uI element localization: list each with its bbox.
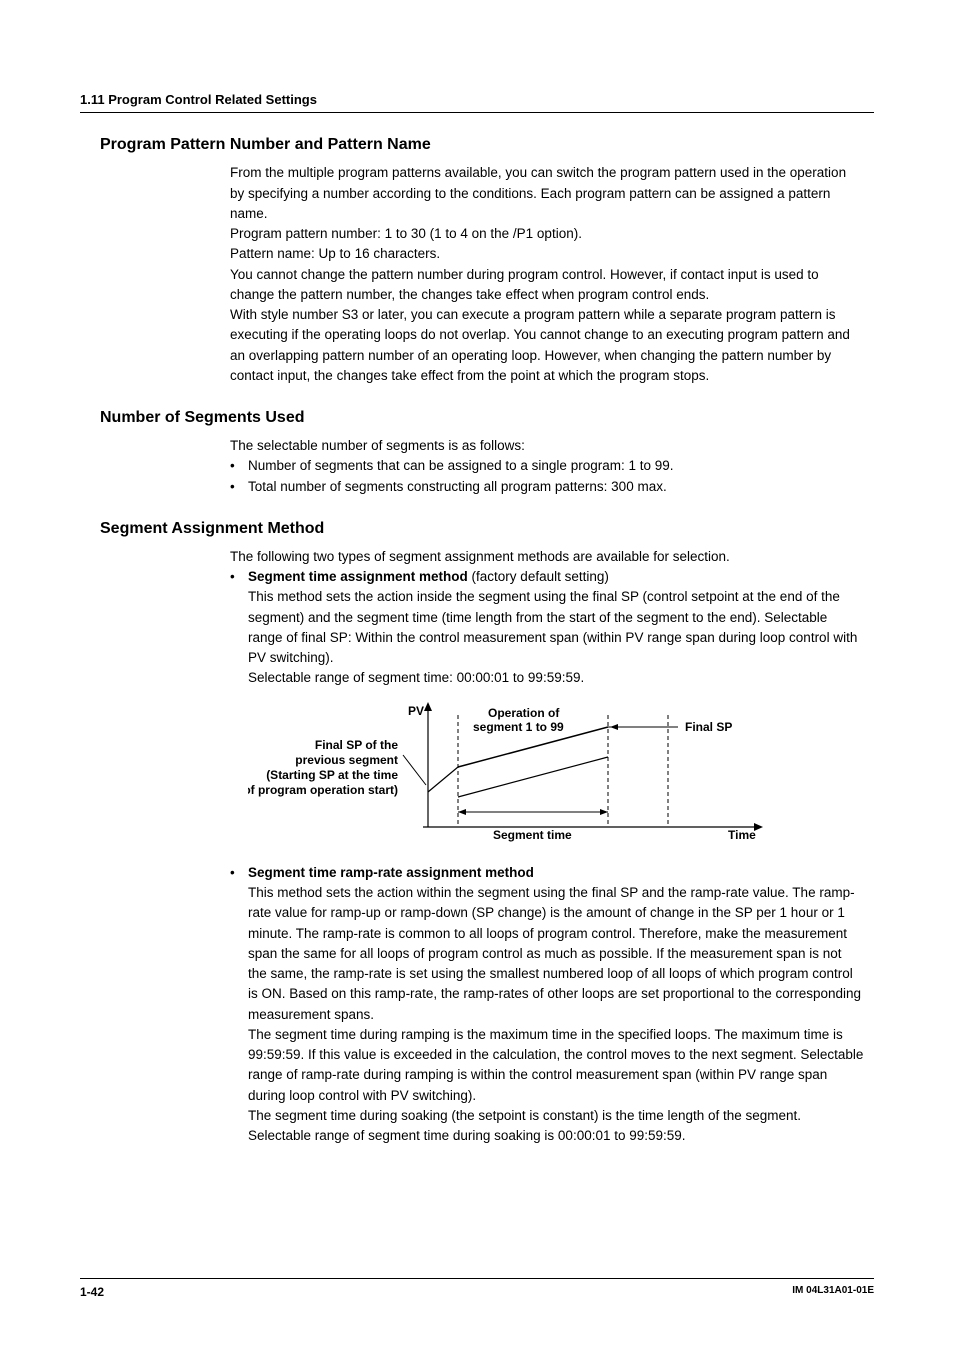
axis-label-time: Time (728, 828, 756, 842)
fig-left3: (Starting SP at the time (266, 768, 398, 782)
fig-left2: previous segment (295, 753, 398, 767)
bullet-icon: • (230, 477, 248, 497)
list-item: • Total number of segments constructing … (230, 477, 864, 497)
fig-label-op2: segment 1 to 99 (473, 720, 564, 734)
paragraph: Selectable range of segment time during … (248, 1126, 864, 1146)
fig-left4: of program operation start) (248, 783, 398, 797)
fig-label-finalsp: Final SP (685, 720, 732, 734)
heading-number-segments: Number of Segments Used (100, 406, 874, 430)
method-label: Segment time ramp-rate assignment method (248, 865, 534, 880)
paragraph: With style number S3 or later, you can e… (230, 305, 864, 386)
fig-label-segtime: Segment time (493, 828, 572, 842)
bullet-text: Total number of segments constructing al… (248, 477, 864, 497)
bullet-icon: • (230, 567, 248, 587)
method-label: Segment time assignment method (248, 569, 468, 584)
section-number-title: 1.11 Program Control Related Settings (80, 92, 317, 107)
page-footer: 1-42 IM 04L31A01-01E (80, 1278, 874, 1301)
paragraph: The following two types of segment assig… (230, 547, 864, 567)
method-suffix: (factory default setting) (468, 569, 609, 584)
segment-time-diagram: PV Operation of segment 1 to 99 Final SP… (248, 697, 864, 853)
bullet-icon: • (230, 863, 248, 883)
paragraph: Selectable range of segment time: 00:00:… (248, 668, 864, 688)
paragraph: From the multiple program patterns avail… (230, 163, 864, 224)
paragraph: You cannot change the pattern number dur… (230, 265, 864, 306)
heading-segment-assignment: Segment Assignment Method (100, 517, 874, 541)
section-body: From the multiple program patterns avail… (230, 163, 864, 386)
heading-program-pattern: Program Pattern Number and Pattern Name (100, 133, 874, 157)
fig-left1: Final SP of the (315, 738, 398, 752)
document-id: IM 04L31A01-01E (792, 1283, 874, 1301)
paragraph: The segment time during soaking (the set… (248, 1106, 864, 1126)
section-body: The following two types of segment assig… (230, 547, 864, 1147)
paragraph: This method sets the action within the s… (248, 883, 864, 1025)
fig-label-op1: Operation of (488, 706, 560, 720)
axis-label-pv: PV (408, 704, 424, 718)
list-item: • Segment time assignment method (factor… (230, 567, 864, 863)
page-header: 1.11 Program Control Related Settings (80, 90, 874, 113)
paragraph: The segment time during ramping is the m… (248, 1025, 864, 1106)
bullet-text: Number of segments that can be assigned … (248, 456, 864, 476)
list-item: • Segment time ramp-rate assignment meth… (230, 863, 864, 1147)
paragraph: This method sets the action inside the s… (248, 587, 864, 668)
paragraph: Pattern name: Up to 16 characters. (230, 244, 864, 264)
paragraph: Program pattern number: 1 to 30 (1 to 4 … (230, 224, 864, 244)
paragraph: The selectable number of segments is as … (230, 436, 864, 456)
bullet-icon: • (230, 456, 248, 476)
page-number: 1-42 (80, 1283, 104, 1301)
list-item: • Number of segments that can be assigne… (230, 456, 864, 476)
section-body: The selectable number of segments is as … (230, 436, 864, 497)
page: 1.11 Program Control Related Settings Pr… (0, 0, 954, 1351)
